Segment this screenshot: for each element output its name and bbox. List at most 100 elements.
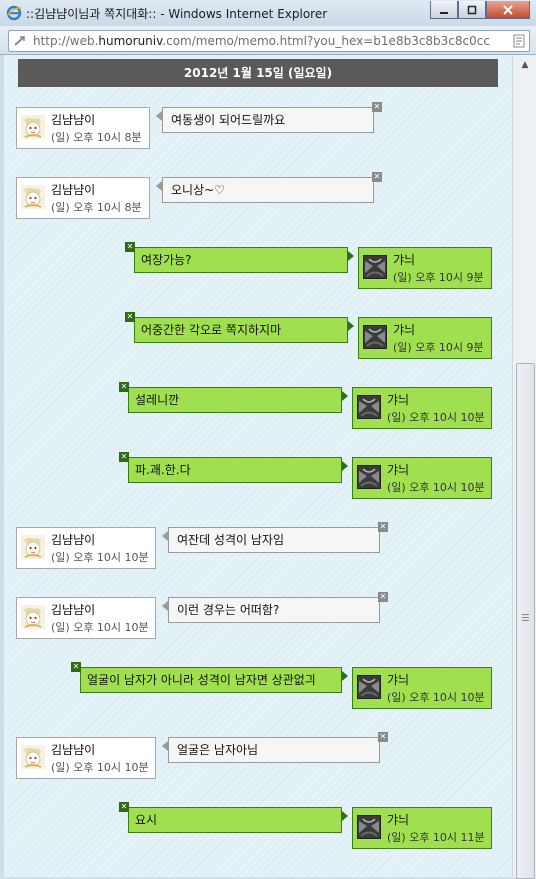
sender-card[interactable]: 김냠냠이 (일) 오후 10시 10분 xyxy=(16,737,156,779)
cartoon-character-avatar-icon xyxy=(21,745,45,769)
bubble-pointer-icon xyxy=(162,531,168,541)
sender-name: 김냠냠이 xyxy=(51,533,96,547)
message-text: 얼굴은 남자아님 xyxy=(177,743,259,757)
sender-card[interactable]: 김냠냠이 (일) 오후 10시 10분 xyxy=(16,527,156,569)
sender-name: 김냠냠이 xyxy=(51,113,96,127)
message-row: 갸늬 (일) 오후 10시 10분 설레니깐 ✕ xyxy=(4,382,512,433)
window-title: ::김냠냠이님과 쪽지대화:: - Windows Internet Explo… xyxy=(26,7,328,21)
message-time: (일) 오후 10시 9분 xyxy=(393,341,484,354)
message-text: 이런 경우는 어떠함? xyxy=(177,603,280,617)
compatibility-view-icon[interactable] xyxy=(513,34,525,48)
sender-name: 갸늬 xyxy=(393,253,416,267)
message-bubble: 파.괘.한.다 xyxy=(128,457,342,483)
message-text: 여장가능? xyxy=(141,253,192,267)
sender-card[interactable]: 김냠냠이 (일) 오후 10시 10분 xyxy=(16,597,156,639)
sender-card[interactable]: 갸늬 (일) 오후 10시 9분 xyxy=(358,317,492,359)
minimize-icon xyxy=(440,11,448,14)
sender-name: 김냠냠이 xyxy=(51,183,96,197)
message-bubble: 여동생이 되어드릴까요 xyxy=(162,107,374,133)
delete-message-icon[interactable]: ✕ xyxy=(378,732,388,742)
sender-card[interactable]: 김냠냠이 (일) 오후 10시 8분 xyxy=(16,177,150,219)
delete-message-icon[interactable]: ✕ xyxy=(372,102,382,112)
delete-message-icon[interactable]: ✕ xyxy=(378,592,388,602)
message-time: (일) 오후 10시 8분 xyxy=(51,131,142,144)
window-controls xyxy=(430,1,530,19)
delete-message-icon[interactable]: ✕ xyxy=(119,802,129,812)
address-bar-container: http://web.humoruniv.com/memo/memo.html?… xyxy=(0,26,536,55)
dark-grayscale-avatar-icon xyxy=(363,325,387,349)
sender-name: 갸늬 xyxy=(387,673,410,687)
message-bubble: 여장가능? xyxy=(134,247,348,273)
message-text: 파.괘.한.다 xyxy=(135,463,191,477)
message-bubble: 이런 경우는 어떠함? xyxy=(168,597,380,623)
bubble-pointer-icon xyxy=(156,111,162,121)
scroll-up-arrow-icon[interactable]: ▲ xyxy=(513,57,536,73)
sender-card[interactable]: 김냠냠이 (일) 오후 10시 8분 xyxy=(16,107,150,149)
scrollbar-thumb[interactable] xyxy=(516,363,535,879)
sender-name: 갸늬 xyxy=(387,393,410,407)
address-field[interactable]: http://web.humoruniv.com/memo/memo.html?… xyxy=(8,30,530,52)
message-bubble: 어중간한 각오로 쪽지하지마 xyxy=(134,317,348,343)
message-time: (일) 오후 10시 11분 xyxy=(387,831,485,844)
sender-name: 김냠냠이 xyxy=(51,743,96,757)
message-row: 갸늬 (일) 오후 10시 10분 파.괘.한.다 ✕ xyxy=(4,452,512,503)
vertical-scrollbar[interactable]: ▲ xyxy=(512,55,536,879)
sender-name: 김냠냠이 xyxy=(51,603,96,617)
url-domain: humoruniv xyxy=(98,34,163,48)
message-row: 갸늬 (일) 오후 10시 10분 얼굴이 남자가 아니라 성격이 남자면 상관없긔… xyxy=(4,662,512,713)
message-text: 요시 xyxy=(135,813,158,827)
close-icon xyxy=(503,4,513,15)
delete-message-icon[interactable]: ✕ xyxy=(125,312,135,322)
message-row: 김냠냠이 (일) 오후 10시 8분 여동생이 되어드릴까요 ✕ xyxy=(4,102,512,153)
delete-message-icon[interactable]: ✕ xyxy=(71,662,81,672)
message-text: 얼굴이 남자가 아니라 성격이 남자면 상관없긔 xyxy=(87,673,316,687)
delete-message-icon[interactable]: ✕ xyxy=(372,172,382,182)
date-header: 2012년 1월 15일 (일요일) xyxy=(18,59,498,87)
bubble-pointer-icon xyxy=(162,601,168,611)
message-time: (일) 오후 10시 10분 xyxy=(51,621,149,634)
delete-message-icon[interactable]: ✕ xyxy=(125,242,135,252)
bubble-pointer-icon xyxy=(342,391,348,401)
minimize-button[interactable] xyxy=(430,1,458,19)
message-bubble: 얼굴이 남자가 아니라 성격이 남자면 상관없긔 xyxy=(80,667,342,693)
message-text: 어중간한 각오로 쪽지하지마 xyxy=(141,323,282,337)
message-text: 여동생이 되어드릴까요 xyxy=(171,113,286,127)
sender-name: 갸늬 xyxy=(393,323,416,337)
sender-card[interactable]: 갸늬 (일) 오후 10시 9분 xyxy=(358,247,492,289)
message-time: (일) 오후 10시 10분 xyxy=(51,761,149,774)
dark-grayscale-avatar-icon xyxy=(357,815,381,839)
message-row: 김냠냠이 (일) 오후 10시 8분 오니상~♡ ✕ xyxy=(4,172,512,223)
delete-message-icon[interactable]: ✕ xyxy=(378,522,388,532)
cartoon-character-avatar-icon xyxy=(21,535,45,559)
bubble-pointer-icon xyxy=(348,321,354,331)
sender-card[interactable]: 갸늬 (일) 오후 10시 11분 xyxy=(352,807,492,849)
message-bubble: 오니상~♡ xyxy=(162,177,374,203)
delete-message-icon[interactable]: ✕ xyxy=(119,382,129,392)
message-time: (일) 오후 10시 8분 xyxy=(51,201,142,214)
message-row: 김냠냠이 (일) 오후 10시 10분 얼굴은 남자아님 ✕ xyxy=(4,732,512,783)
delete-message-icon[interactable]: ✕ xyxy=(119,452,129,462)
internet-explorer-icon xyxy=(6,5,22,21)
sender-name: 갸늬 xyxy=(387,813,410,827)
dark-grayscale-avatar-icon xyxy=(363,255,387,279)
bubble-pointer-icon xyxy=(156,181,162,191)
message-text: 설레니깐 xyxy=(135,393,180,407)
dark-grayscale-avatar-icon xyxy=(357,395,381,419)
message-bubble: 설레니깐 xyxy=(128,387,342,413)
message-bubble: 얼굴은 남자아님 xyxy=(168,737,380,763)
sender-card[interactable]: 갸늬 (일) 오후 10시 10분 xyxy=(352,667,492,709)
sender-card[interactable]: 갸늬 (일) 오후 10시 10분 xyxy=(352,387,492,429)
sender-card[interactable]: 갸늬 (일) 오후 10시 10분 xyxy=(352,457,492,499)
message-time: (일) 오후 10시 9분 xyxy=(393,271,484,284)
dark-grayscale-avatar-icon xyxy=(357,465,381,489)
message-time: (일) 오후 10시 10분 xyxy=(387,691,485,704)
cartoon-character-avatar-icon xyxy=(21,185,45,209)
message-time: (일) 오후 10시 10분 xyxy=(387,481,485,494)
cartoon-character-avatar-icon xyxy=(21,115,45,139)
cartoon-character-avatar-icon xyxy=(21,605,45,629)
close-window-button[interactable] xyxy=(486,1,530,19)
maximize-icon xyxy=(467,5,477,14)
message-bubble: 여잔데 성격이 남자임 xyxy=(168,527,380,553)
maximize-button[interactable] xyxy=(458,1,486,19)
message-bubble: 요시 xyxy=(128,807,342,833)
